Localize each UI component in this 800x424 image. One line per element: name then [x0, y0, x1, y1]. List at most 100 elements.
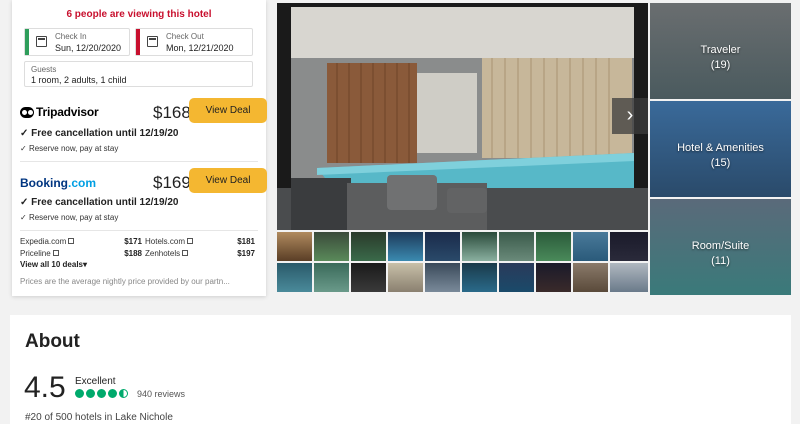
- photo-thumbnail[interactable]: [499, 232, 534, 261]
- viewing-alert: 6 people are viewing this hotel: [66, 9, 212, 20]
- pool-photo: [277, 3, 648, 230]
- photo-thumbnail[interactable]: [277, 263, 312, 292]
- category-traveler[interactable]: Traveler (19): [650, 3, 791, 99]
- category-hotel-amenities[interactable]: Hotel & Amenities (15): [650, 101, 791, 197]
- check-in-field[interactable]: Check In Sun, 12/20/2020: [24, 28, 130, 56]
- check-in-value: Sun, 12/20/2020: [55, 43, 122, 53]
- tripadvisor-logo: Tripadvisor: [20, 105, 99, 119]
- category-text: Hotel & Amenities (15): [650, 141, 791, 171]
- divider: [20, 161, 258, 162]
- view-deal-button[interactable]: View Deal: [189, 168, 267, 193]
- caret-down-icon: ▾: [83, 260, 88, 269]
- price-disclaimer: Prices are the average nightly price pro…: [20, 277, 230, 286]
- hotel-ranking: #20 of 500 hotels in Lake Nichole: [25, 412, 173, 423]
- review-count-link[interactable]: 940 reviews: [137, 389, 185, 399]
- reserve-note: ✓ Reserve now, pay at stay: [20, 213, 119, 222]
- photo-thumbnail[interactable]: [462, 232, 497, 261]
- category-room-suite[interactable]: Room/Suite (11): [650, 199, 791, 295]
- booking-logo: Booking.com: [20, 176, 96, 190]
- view-all-text: View all 10 deals: [20, 260, 84, 269]
- main-photo[interactable]: [277, 3, 648, 230]
- rating-word: Excellent: [75, 376, 116, 387]
- other-deal-link[interactable]: Expedia.com: [20, 237, 75, 246]
- provider-name: Booking: [20, 176, 68, 190]
- rating-bubble: [75, 389, 84, 398]
- external-link-icon: [52, 250, 59, 256]
- calendar-icon: [36, 36, 47, 47]
- check-out-field[interactable]: Check Out Mon, 12/21/2020: [135, 28, 253, 56]
- photo-thumbnail[interactable]: [462, 263, 497, 292]
- deal-provider: Hotels.com: [145, 237, 186, 246]
- check-in-label: Check In: [55, 32, 87, 41]
- offer-price: $168: [153, 103, 191, 122]
- external-link-icon: [187, 238, 194, 244]
- divider: [20, 230, 258, 231]
- category-text: Room/Suite (11): [650, 239, 791, 269]
- rating-bubble: [108, 389, 117, 398]
- category-name: Room/Suite: [691, 240, 750, 252]
- photo-thumbnail[interactable]: [610, 232, 648, 261]
- offer-price: $169: [153, 173, 191, 192]
- reserve-note: ✓ Reserve now, pay at stay: [20, 144, 119, 153]
- deal-price: $171: [124, 237, 142, 246]
- deal-provider: Priceline: [20, 249, 51, 258]
- category-count: (19): [710, 59, 731, 71]
- category-count: (11): [711, 255, 730, 267]
- photo-thumbnail[interactable]: [277, 232, 312, 261]
- photo-thumbnail[interactable]: [388, 263, 423, 292]
- free-cancellation: ✓ Free cancellation until 12/19/20: [20, 197, 179, 208]
- check-in-color-bar: [25, 29, 29, 55]
- photo-thumbnail[interactable]: [351, 232, 386, 261]
- other-deal-link[interactable]: Zenhotels: [145, 249, 189, 258]
- calendar-icon: [147, 36, 158, 47]
- rating-score: 4.5: [24, 371, 66, 404]
- free-cancellation: ✓ Free cancellation until 12/19/20: [20, 128, 179, 139]
- free-cancellation-text: Free cancellation until 12/19/20: [31, 128, 179, 139]
- deal-price: $188: [124, 249, 142, 258]
- deal-price: $197: [237, 249, 255, 258]
- photo-thumbnail[interactable]: [314, 263, 349, 292]
- free-cancellation-text: Free cancellation until 12/19/20: [31, 197, 179, 208]
- photo-thumbnail[interactable]: [425, 263, 460, 292]
- photo-thumbnail[interactable]: [573, 232, 608, 261]
- guests-field[interactable]: Guests 1 room, 2 adults, 1 child: [24, 61, 253, 87]
- guests-label: Guests: [31, 65, 57, 74]
- about-title: About: [25, 331, 80, 352]
- deal-provider: Zenhotels: [145, 249, 181, 258]
- other-deal-link[interactable]: Priceline: [20, 249, 59, 258]
- view-all-deals-link[interactable]: View all 10 deals▾: [20, 260, 87, 269]
- rating-bubbles: [75, 389, 128, 398]
- about-section: About 4.5 Excellent 940 reviews #20 of 5…: [10, 315, 791, 424]
- photo-thumbnail[interactable]: [536, 232, 571, 261]
- photo-thumbnail[interactable]: [425, 232, 460, 261]
- other-deal-link[interactable]: Hotels.com: [145, 237, 194, 246]
- category-name: Traveler: [700, 44, 741, 56]
- guests-value: 1 room, 2 adults, 1 child: [31, 75, 127, 85]
- photo-thumbnail[interactable]: [610, 263, 648, 292]
- external-link-icon: [182, 250, 189, 256]
- category-count: (15): [710, 157, 731, 169]
- check-out-label: Check Out: [166, 32, 204, 41]
- provider-suffix: .com: [68, 176, 97, 190]
- tripadvisor-owl-icon: [20, 106, 34, 118]
- external-link-icon: [68, 238, 75, 244]
- booking-card: 6 people are viewing this hotel Check In…: [12, 0, 267, 296]
- reserve-note-text: Reserve now, pay at stay: [28, 213, 119, 222]
- photo-thumbnail[interactable]: [573, 263, 608, 292]
- photo-thumbnail[interactable]: [388, 232, 423, 261]
- deal-provider: Expedia.com: [20, 237, 67, 246]
- photo-thumbnail[interactable]: [536, 263, 571, 292]
- next-photo-button[interactable]: ›: [612, 98, 648, 134]
- check-out-value: Mon, 12/21/2020: [166, 43, 234, 53]
- reserve-note-text: Reserve now, pay at stay: [28, 144, 119, 153]
- category-text: Traveler (19): [650, 43, 791, 73]
- rating-bubble-half: [119, 389, 128, 398]
- category-name: Hotel & Amenities: [677, 142, 764, 154]
- deal-price: $181: [237, 237, 255, 246]
- rating-bubble: [86, 389, 95, 398]
- photo-thumbnail[interactable]: [314, 232, 349, 261]
- photo-thumbnail[interactable]: [499, 263, 534, 292]
- photo-thumbnail[interactable]: [351, 263, 386, 292]
- view-deal-button[interactable]: View Deal: [189, 98, 267, 123]
- provider-name: Tripadvisor: [36, 105, 99, 119]
